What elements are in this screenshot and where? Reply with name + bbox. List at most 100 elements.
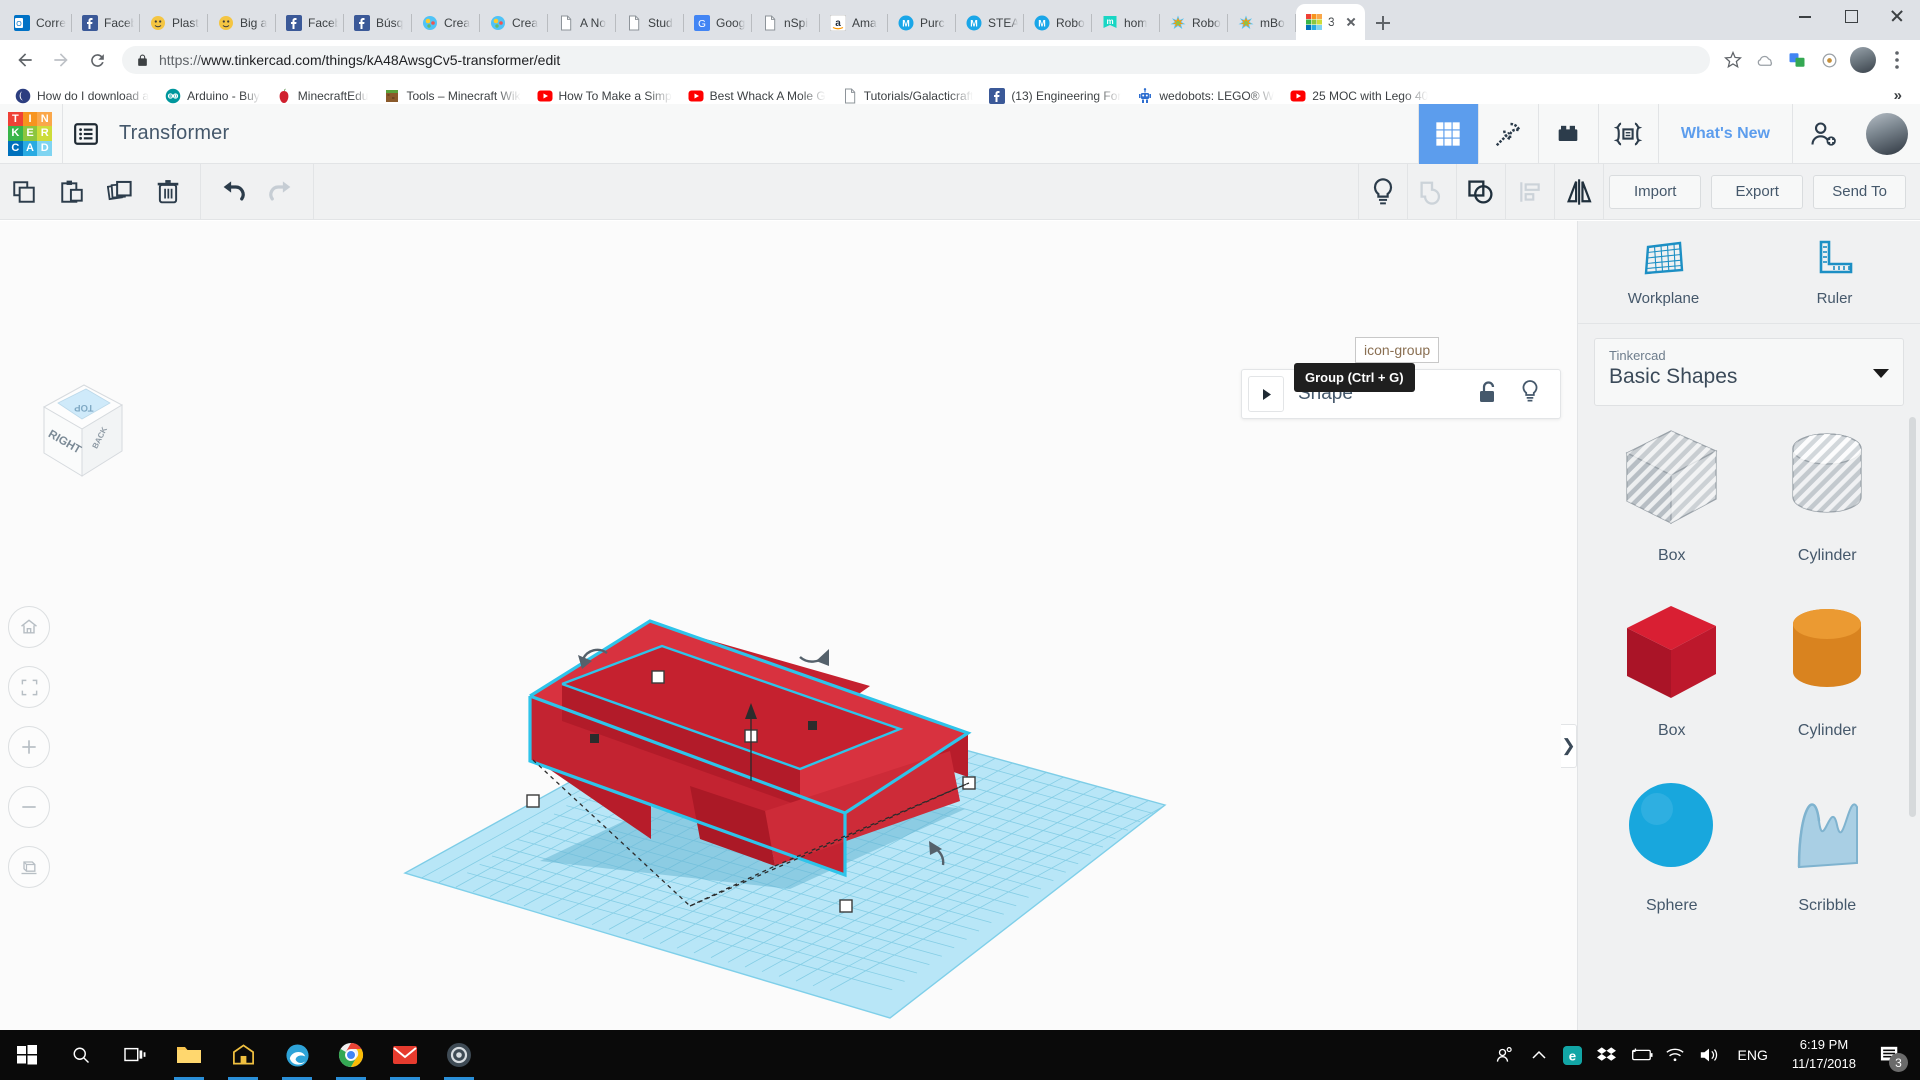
align-button[interactable]: [1506, 164, 1554, 220]
zoom-in-button[interactable]: [8, 726, 50, 768]
search-button[interactable]: [54, 1030, 108, 1080]
file-explorer-button[interactable]: [162, 1030, 216, 1080]
send-to-button[interactable]: Send To: [1813, 174, 1906, 209]
edge-button[interactable]: [270, 1030, 324, 1080]
tab-15[interactable]: M Robo: [1024, 6, 1092, 40]
tab-13[interactable]: M Purc: [888, 6, 956, 40]
store-button[interactable]: [216, 1030, 270, 1080]
undo-button[interactable]: [209, 164, 257, 220]
unlock-icon[interactable]: [1478, 380, 1498, 409]
chrome-menu-button[interactable]: [1882, 45, 1912, 75]
cloud-icon-button[interactable]: [1750, 45, 1780, 75]
redo-button[interactable]: [257, 164, 305, 220]
bookmark-star-button[interactable]: [1718, 45, 1748, 75]
ungroup-button[interactable]: [1408, 164, 1456, 220]
copy-button[interactable]: [0, 164, 48, 220]
whats-new-link[interactable]: What's New: [1657, 103, 1792, 164]
start-button[interactable]: [0, 1030, 54, 1080]
duplicate-button[interactable]: [96, 164, 144, 220]
tab-1[interactable]: Faceb: [72, 6, 140, 40]
maximize-button[interactable]: [1828, 0, 1874, 32]
browser-profile-avatar[interactable]: [1850, 47, 1876, 73]
battery-button[interactable]: [1624, 1030, 1658, 1080]
clock[interactable]: 6:19 PM 11/17/2018: [1780, 1036, 1868, 1074]
3d-canvas[interactable]: RIGHT BACK TOP Shape Group (Ctrl + G) ic…: [0, 221, 1577, 1030]
hint-button[interactable]: [1359, 164, 1407, 220]
ortho-perspective-button[interactable]: [8, 846, 50, 888]
translate-button[interactable]: [1782, 45, 1812, 75]
tab-5[interactable]: Búsq: [344, 6, 412, 40]
page-title[interactable]: Transformer: [119, 122, 229, 145]
people-button[interactable]: [1488, 1030, 1522, 1080]
shape-item-box-solid[interactable]: Box: [1594, 578, 1750, 753]
tab-active-tinkercad[interactable]: 3: [1296, 4, 1365, 40]
collapse-panel-handle[interactable]: ❯: [1561, 724, 1577, 768]
tab-codeblocks[interactable]: [1597, 103, 1658, 164]
project-menu-button[interactable]: [69, 117, 103, 151]
shape-item-box-hole[interactable]: Box: [1594, 403, 1750, 578]
back-button[interactable]: [8, 43, 42, 77]
invite-people-button[interactable]: [1792, 103, 1852, 164]
close-window-button[interactable]: [1874, 0, 1920, 32]
tab-17[interactable]: Robo: [1160, 6, 1228, 40]
tab-9[interactable]: Stud: [616, 6, 684, 40]
shape-item-cylinder-hole[interactable]: Cylinder: [1750, 403, 1906, 578]
forward-button[interactable]: [44, 43, 78, 77]
lightbulb-icon[interactable]: [1520, 379, 1540, 410]
volume-button[interactable]: [1692, 1030, 1726, 1080]
tab-18[interactable]: mBo: [1228, 6, 1296, 40]
shape-item-cylinder-solid[interactable]: Cylinder: [1750, 578, 1906, 753]
tab-14[interactable]: M STEA: [956, 6, 1024, 40]
export-button[interactable]: Export: [1711, 174, 1804, 209]
notifications-button[interactable]: 3: [1868, 1030, 1912, 1080]
address-bar[interactable]: https://www.tinkercad.com/things/kA48Aws…: [122, 46, 1710, 74]
avatar[interactable]: [1866, 112, 1908, 155]
recorder-button[interactable]: [432, 1030, 486, 1080]
shape-expand-button[interactable]: [1248, 376, 1284, 412]
chrome-button[interactable]: [324, 1030, 378, 1080]
edge-tray-button[interactable]: e: [1556, 1030, 1590, 1080]
workplane-tool[interactable]: Workplane: [1578, 221, 1749, 323]
tab-3d-designs[interactable]: [1417, 103, 1478, 164]
tab-10[interactable]: G Goog: [684, 6, 752, 40]
delete-button[interactable]: [144, 164, 192, 220]
mail-button[interactable]: [378, 1030, 432, 1080]
tab-lego-bricks[interactable]: [1537, 103, 1598, 164]
shape-library-select[interactable]: Tinkercad Basic Shapes: [1594, 338, 1904, 406]
tab-minecraft[interactable]: [1477, 103, 1538, 164]
ruler-tool[interactable]: Ruler: [1749, 221, 1920, 323]
tab-2[interactable]: Plast: [140, 6, 208, 40]
language-indicator[interactable]: ENG: [1726, 1047, 1780, 1063]
tab-6[interactable]: Crea: [412, 6, 480, 40]
shape-item-sphere[interactable]: Sphere: [1594, 753, 1750, 928]
show-hidden-icons-button[interactable]: [1522, 1030, 1556, 1080]
view-cube[interactable]: RIGHT BACK TOP: [22, 373, 132, 483]
group-button[interactable]: [1457, 164, 1505, 220]
tab-0[interactable]: O Corre: [4, 6, 72, 40]
mirror-button[interactable]: [1555, 164, 1603, 220]
wifi-button[interactable]: [1658, 1030, 1692, 1080]
tab-12[interactable]: a Ama: [820, 6, 888, 40]
home-view-button[interactable]: [8, 606, 50, 648]
minimize-button[interactable]: [1782, 0, 1828, 32]
import-button[interactable]: Import: [1609, 174, 1702, 209]
dropbox-button[interactable]: [1590, 1030, 1624, 1080]
paste-button[interactable]: [48, 164, 96, 220]
tab-3[interactable]: Big a: [208, 6, 276, 40]
new-tab-button[interactable]: [1365, 6, 1401, 40]
fit-to-view-button[interactable]: [8, 666, 50, 708]
tab-4[interactable]: Faceb: [276, 6, 344, 40]
tab-16[interactable]: m hom: [1092, 6, 1160, 40]
shape-item-scribble[interactable]: Scribble: [1750, 753, 1906, 928]
lego-brick-icon: [1559, 125, 1578, 141]
extension-button[interactable]: [1814, 45, 1844, 75]
reload-button[interactable]: [80, 43, 114, 77]
task-view-button[interactable]: [108, 1030, 162, 1080]
tinkercad-logo[interactable]: TINKERCAD: [8, 111, 52, 156]
shapes-scrollbar[interactable]: [1909, 417, 1916, 817]
tab-11[interactable]: nSpi: [752, 6, 820, 40]
tab-8[interactable]: A No: [548, 6, 616, 40]
zoom-out-button[interactable]: [8, 786, 50, 828]
tab-close-button[interactable]: [1343, 14, 1359, 30]
tab-7[interactable]: Crea: [480, 6, 548, 40]
